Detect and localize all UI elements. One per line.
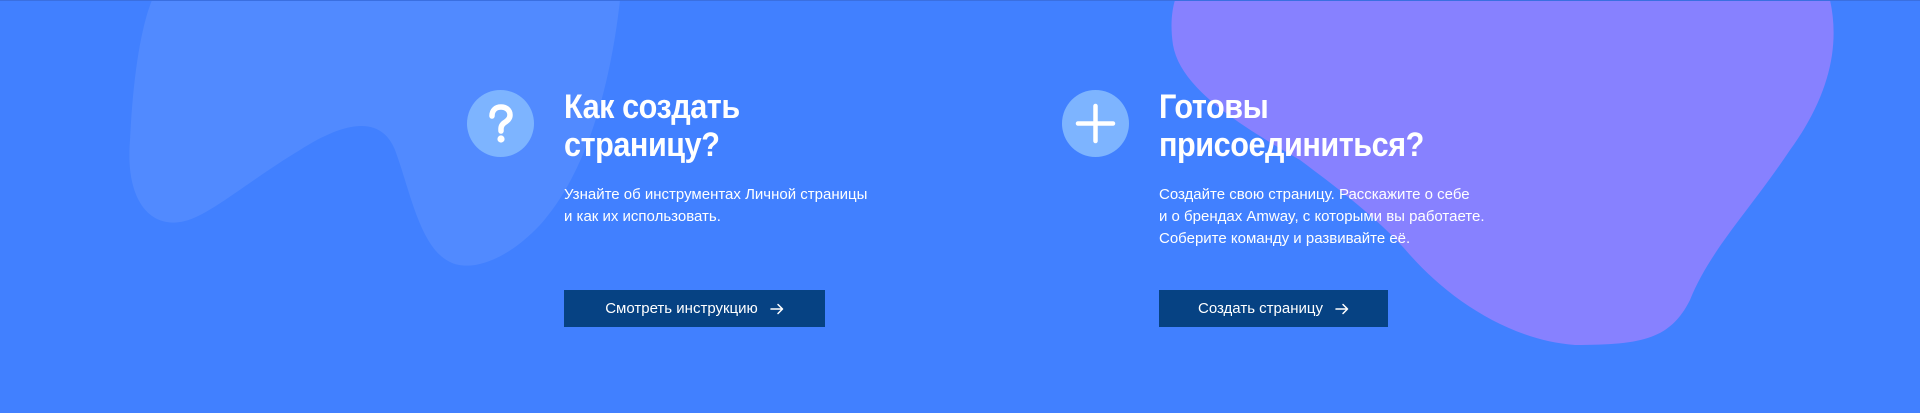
card-title-line: страницу? (564, 126, 720, 164)
card-description: Узнайте об инструментах Личной страницы … (564, 184, 867, 228)
card-description-line: Соберите команду и развивайте её. (1159, 230, 1411, 247)
plus-icon (1062, 90, 1129, 157)
card-title-line: присоединиться? (1159, 126, 1424, 164)
button-label: Смотреть инструкцию (605, 300, 758, 317)
card-description-line: и как их использовать. (564, 208, 721, 225)
button-label: Создать страницу (1198, 300, 1323, 317)
decorative-blobs (129, 0, 1834, 345)
create-page-button[interactable]: Создать страницу (1159, 290, 1388, 327)
arrow-right-icon (1335, 303, 1349, 314)
card-description: Создайте свою страницу. Расскажите о себ… (1159, 184, 1485, 250)
card-description-line: Создайте свою страницу. Расскажите о себ… (1159, 186, 1470, 203)
view-instructions-button[interactable]: Смотреть инструкцию (564, 290, 825, 327)
arrow-right-icon (770, 303, 784, 314)
top-border (0, 0, 1920, 1)
card-title: Готовы присоединиться? (1159, 88, 1501, 164)
question-icon (467, 90, 534, 157)
card-description-line: Узнайте об инструментах Личной страницы (564, 186, 868, 203)
card-title-line: Готовы (1159, 88, 1269, 126)
card-title: Как создать страницу? (564, 88, 906, 164)
promo-banner: Как создать страницу? Узнайте об инструм… (0, 0, 1920, 413)
card-title-line: Как создать (564, 88, 740, 126)
blob-left (129, 0, 620, 266)
card-description-line: и о брендах Amway, с которыми вы работае… (1159, 208, 1485, 225)
